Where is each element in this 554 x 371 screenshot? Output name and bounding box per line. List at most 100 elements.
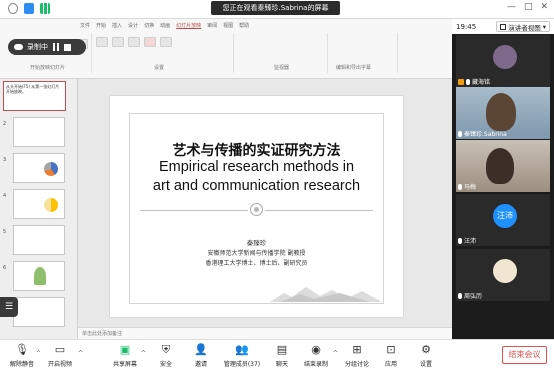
slide-thumbnail[interactable]: [13, 261, 65, 291]
security-button[interactable]: ⛨ 安全: [146, 343, 186, 371]
shield-icon: ⛨: [161, 343, 171, 356]
mic-icon: [458, 183, 462, 190]
chevron-down-icon: ▾: [542, 22, 546, 31]
ribbon-tab: 帮助: [239, 23, 250, 29]
avatar: 汪沛: [493, 204, 517, 228]
ribbon-tab: 开始: [96, 23, 107, 29]
ribbon-tab: 设计: [128, 23, 139, 29]
slide-affiliation-2: 香港理工大学博士、博士后、副研究员: [205, 260, 308, 267]
minimize-icon[interactable]: —: [507, 2, 516, 12]
unmute-button[interactable]: 🎙 解除静音: [2, 343, 42, 371]
current-slide: 艺术与传播的实证研究方法 Empirical research methods …: [110, 96, 403, 317]
slide-title-english-line2: art and communication research: [152, 178, 361, 194]
end-meeting-button[interactable]: 结束会议: [502, 346, 547, 364]
video-off-icon: ▭: [54, 343, 66, 356]
slide-thumbnail[interactable]: [13, 189, 65, 219]
mountain-decoration-icon: [270, 287, 382, 302]
ribbon-group-label: 编辑和导出字幕: [336, 65, 372, 71]
recording-indicator[interactable]: 录制中: [8, 39, 86, 55]
participant-name-label: 马梅: [464, 184, 477, 191]
divider-line-right: [265, 210, 373, 211]
ribbon-tab: 切换: [144, 23, 155, 29]
settings-icon: ⚙: [421, 343, 431, 356]
meeting-window: 您正在观看秦臻珍.Sabrina的屏幕 — □ ✕ 文件 开始 插入 设计 切换…: [0, 0, 554, 371]
start-video-button[interactable]: ▭ 开启视频: [40, 343, 80, 371]
maximize-icon[interactable]: □: [524, 2, 533, 12]
slide-canvas: 艺术与传播的实证研究方法 Empirical research methods …: [78, 79, 452, 327]
participant-tile[interactable]: 藏海铭: [456, 35, 550, 87]
participant-tile[interactable]: 马梅: [456, 140, 550, 192]
grid-icon: [500, 23, 507, 30]
participant-name-label: 汪沛: [464, 238, 477, 245]
thumb-number: 3: [3, 157, 7, 163]
cloud-icon: [14, 44, 23, 50]
ribbon-group-label: 监视器: [274, 65, 290, 71]
settings-button[interactable]: ⚙ 设置: [406, 343, 446, 371]
avatar-initials: 汪沛: [497, 211, 513, 220]
mic-icon: [458, 292, 462, 299]
participant-name-label: 秦臻珍.Sabrina: [464, 131, 507, 138]
slide-title-english-line1: Empirical research methods in: [158, 159, 355, 175]
ribbon-tab: 插入: [112, 23, 123, 29]
ribbon-tabs: 文件 开始 插入 设计 切换 动画 幻灯片放映 审阅 视图 帮助: [80, 22, 249, 29]
mic-muted-icon: 🎙: [15, 343, 29, 356]
thumb-number: 2: [3, 121, 7, 127]
participant-tile[interactable]: 秦臻珍.Sabrina: [456, 87, 550, 139]
invite-button[interactable]: 👤 邀请: [181, 343, 221, 371]
ribbon-button: [112, 37, 124, 47]
slide-thumbnail[interactable]: [13, 153, 65, 183]
pie-chart-icon: [44, 162, 58, 176]
ribbon-button: [128, 37, 140, 47]
slide-thumbnail[interactable]: [13, 297, 65, 327]
ribbon-group-setup: 设置: [92, 33, 234, 73]
chat-icon: ▤: [276, 343, 288, 356]
shield-icon[interactable]: [24, 3, 34, 14]
ribbon-button: [160, 37, 172, 47]
view-label: 演讲者视图: [508, 23, 541, 32]
close-icon[interactable]: ✕: [540, 2, 548, 12]
chevron-up-icon[interactable]: ^: [78, 350, 83, 357]
window-controls: — □ ✕: [507, 2, 548, 12]
manage-members-button[interactable]: 👥 管理成员(37): [220, 343, 264, 371]
panel-header: 19:45 演讲者视图 ▾: [452, 19, 554, 34]
stop-recording-button[interactable]: ◉ 结束录制: [296, 343, 336, 371]
participant-tile[interactable]: 汪沛 汪沛: [456, 194, 550, 246]
stop-recording-icon[interactable]: [64, 43, 71, 51]
ribbon-group-label: 设置: [154, 65, 165, 71]
start-from-beginning-tooltip: 从头开始(F5) 从第一张幻灯片开始放映。: [3, 81, 66, 111]
ornament-circle-icon: [250, 203, 263, 216]
slide-title-chinese: 艺术与传播的实证研究方法: [172, 143, 341, 159]
apps-icon: ⊡: [386, 343, 396, 356]
ribbon-tab: 视图: [223, 23, 234, 29]
ribbon-tab: 审阅: [207, 23, 218, 29]
speaker-view-button[interactable]: 演讲者视图 ▾: [496, 21, 550, 32]
notes-bar[interactable]: 单击此处添加备注: [78, 327, 452, 339]
divider-line-left: [140, 210, 248, 211]
slide-title-english: Empirical research methods in art and co…: [110, 158, 403, 196]
breakout-icon: ⊞: [352, 343, 362, 356]
slide-thumbnail[interactable]: [13, 117, 65, 147]
top-status-bar: 您正在观看秦臻珍.Sabrina的屏幕 — □ ✕: [0, 0, 554, 19]
mic-icon: [466, 78, 470, 85]
ribbon-group-monitor: 监视器: [234, 33, 328, 73]
slide-affiliation-1: 安徽师范大学新闻与传播学院 副教授: [207, 250, 306, 257]
apps-button[interactable]: ⊡ 应用: [371, 343, 411, 371]
expand-handle-icon[interactable]: ☰: [0, 297, 18, 317]
pause-recording-icon[interactable]: [52, 43, 60, 51]
ribbon-group-label: 开始放映幻灯片: [30, 65, 66, 71]
participants-panel: 19:45 演讲者视图 ▾ 藏海铭 秦臻珍.Sabrina 马梅 汪沛 汪沛 周…: [452, 19, 554, 339]
slide-thumbnail[interactable]: [13, 225, 65, 255]
participant-name: 马梅: [458, 182, 476, 191]
info-icon[interactable]: [8, 3, 18, 14]
screen-share-icon: ▣: [119, 343, 131, 356]
meeting-toolbar: 🎙 解除静音 ^ ▭ 开启视频 ^ ▣ 共享屏幕 ^ ⛨ 安全 👤 邀请 👥 管…: [0, 339, 554, 371]
video-feed: [486, 148, 514, 184]
ribbon-tab: 幻灯片放映: [176, 23, 202, 29]
participant-tile[interactable]: 周弘历: [456, 249, 550, 301]
video-feed: [486, 93, 516, 131]
signal-icon: [40, 3, 50, 14]
stop-recording-icon: ◉: [311, 343, 321, 356]
thumb-number: 5: [3, 229, 7, 235]
participant-name: 秦臻珍.Sabrina: [458, 129, 507, 138]
share-screen-button[interactable]: ▣ 共享屏幕: [105, 343, 145, 371]
